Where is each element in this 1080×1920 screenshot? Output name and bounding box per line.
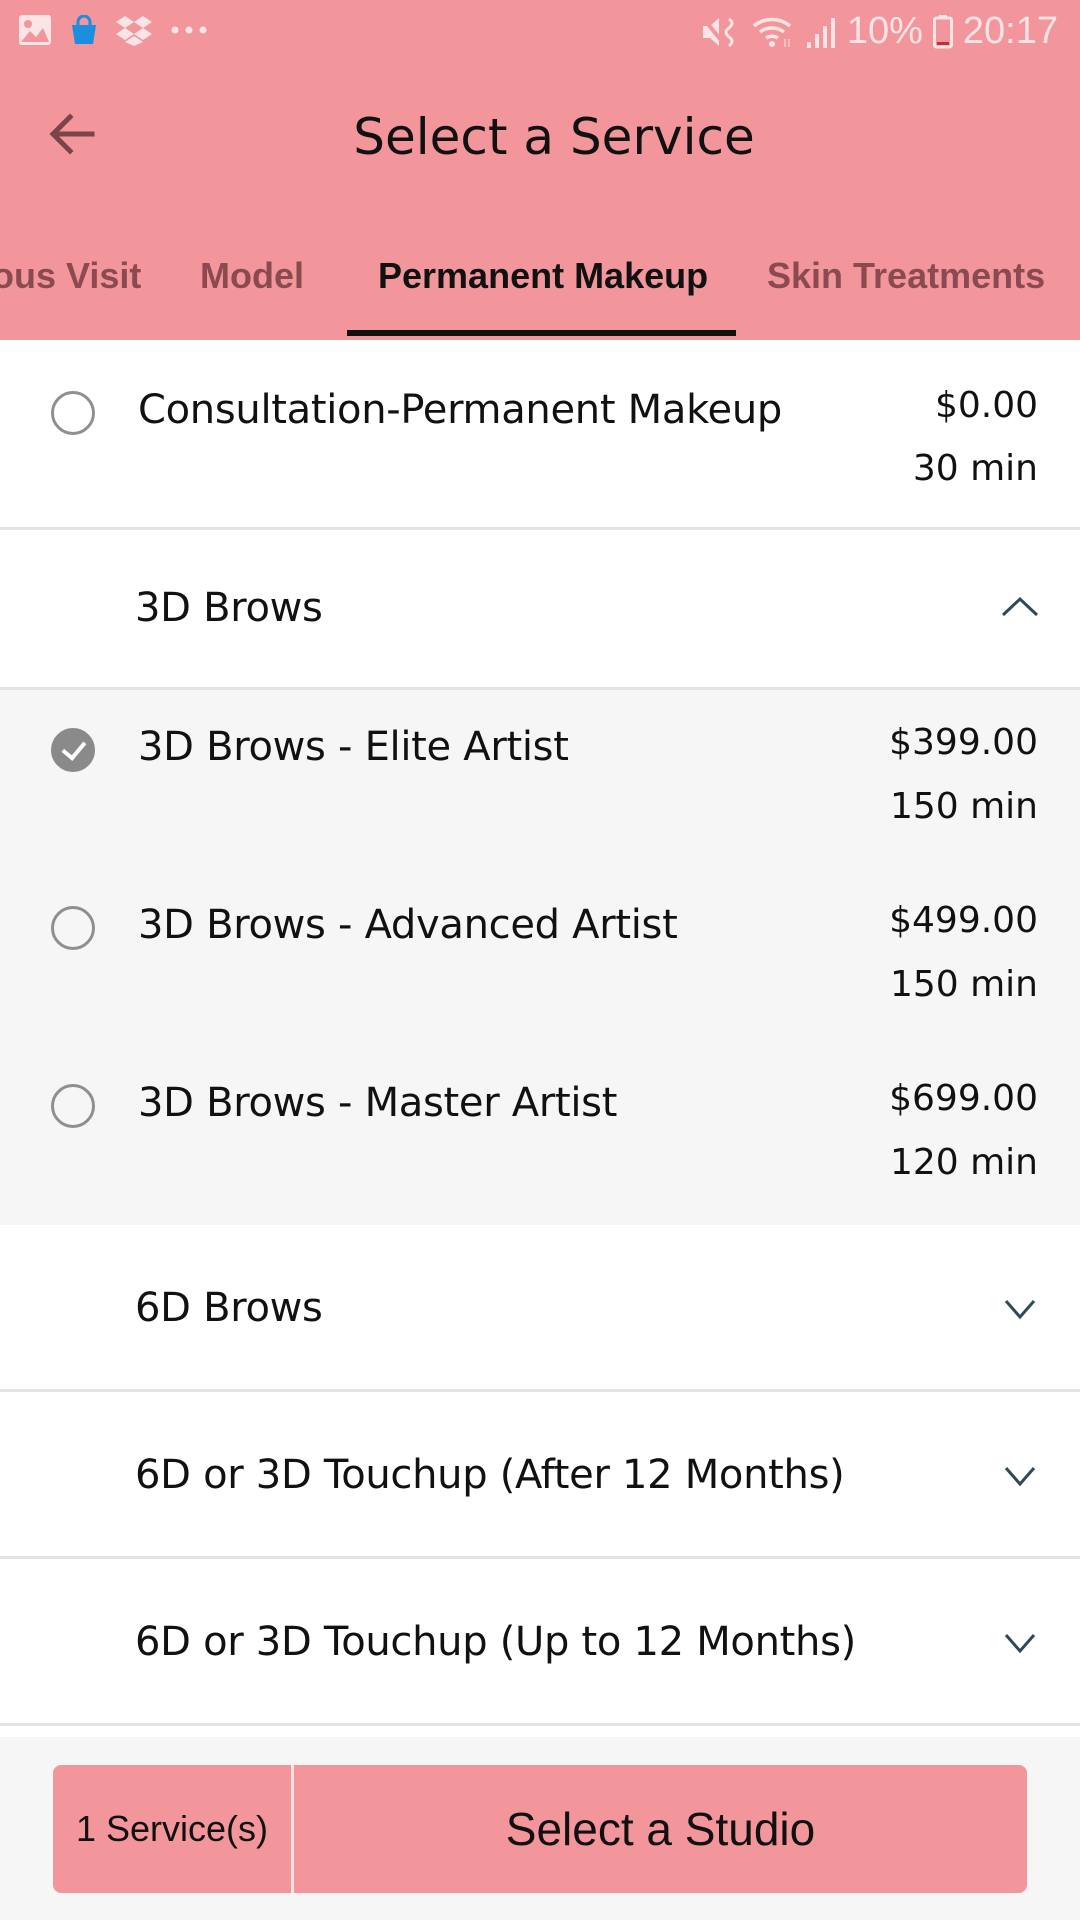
group-header-6d-brows[interactable]: 6D Brows [0, 1225, 1080, 1392]
service-item[interactable]: 3D Brows - Advanced Artist $499.00 150 m… [0, 868, 1080, 1046]
radio-button[interactable] [51, 391, 95, 435]
service-price: $399.00 [889, 722, 1038, 763]
radio-button[interactable] [51, 1084, 95, 1128]
service-item[interactable]: 3D Brows - Master Artist $699.00 120 min [0, 1046, 1080, 1225]
status-bar: 10% 20:17 [0, 0, 1080, 66]
service-name: 3D Brows - Advanced Artist [138, 902, 678, 948]
radio-button[interactable] [51, 906, 95, 950]
page-title: Select a Service [353, 108, 755, 166]
group-name: 6D or 3D Touchup (Up to 12 Months) [135, 1619, 856, 1665]
more-notifications-icon [171, 26, 207, 34]
group-name: 3D Brows [135, 585, 323, 631]
group-name: 6D Brows [135, 1285, 323, 1331]
service-name: 3D Brows - Master Artist [138, 1080, 618, 1126]
footer-bar: 1 Service(s) Select a Studio [0, 1737, 1080, 1920]
tab-permanent-makeup[interactable]: Permanent Makeup [378, 255, 708, 297]
active-tab-indicator [347, 330, 736, 336]
wifi-icon [752, 17, 791, 47]
service-price: $0.00 [934, 385, 1038, 426]
chevron-down-icon [1004, 1300, 1036, 1320]
chevron-down-icon [1004, 1634, 1036, 1654]
service-price: $499.00 [889, 900, 1038, 941]
group-header-3d-brows[interactable]: 3D Brows [0, 530, 1080, 690]
mute-icon [701, 16, 734, 47]
signal-icon [806, 17, 835, 48]
service-item[interactable]: 3D Brows - Elite Artist $399.00 150 min [0, 690, 1080, 868]
shopping-bag-icon [72, 15, 96, 44]
service-list: Consultation-Permanent Makeup $0.00 30 m… [0, 340, 1080, 1726]
service-name: Consultation-Permanent Makeup [138, 387, 782, 433]
service-price: $699.00 [889, 1078, 1038, 1119]
service-duration: 120 min [889, 1142, 1038, 1183]
tab-previous-visit[interactable]: ous Visit [0, 255, 141, 297]
group-header-touchup-up-to-12-months[interactable]: 6D or 3D Touchup (Up to 12 Months) [0, 1559, 1080, 1726]
tab-skin-treatments[interactable]: Skin Treatments [767, 255, 1045, 297]
dropbox-icon [116, 16, 152, 46]
radio-button-checked[interactable] [51, 728, 95, 772]
gallery-icon [19, 15, 51, 45]
chevron-up-icon [1001, 596, 1039, 617]
clock: 20:17 [962, 10, 1058, 52]
service-item-consultation[interactable]: Consultation-Permanent Makeup $0.00 30 m… [0, 340, 1080, 530]
category-tabs: ous Visit Model Permanent Makeup Skin Tr… [0, 245, 1080, 340]
battery-percent: 10% [846, 10, 923, 52]
group-header-touchup-after-12-months[interactable]: 6D or 3D Touchup (After 12 Months) [0, 1392, 1080, 1559]
tab-model[interactable]: Model [200, 255, 304, 297]
service-duration: 30 min [912, 448, 1038, 489]
service-duration: 150 min [889, 786, 1038, 827]
chevron-down-icon [1004, 1467, 1036, 1487]
service-duration: 150 min [889, 964, 1038, 1005]
app-header: 10% 20:17 Select a Service ous Visit Mod… [0, 0, 1080, 340]
select-studio-bar: 1 Service(s) Select a Studio [53, 1765, 1027, 1893]
service-name: 3D Brows - Elite Artist [138, 724, 569, 770]
battery-icon [932, 14, 953, 48]
group-name: 6D or 3D Touchup (After 12 Months) [135, 1452, 845, 1498]
selected-services-count[interactable]: 1 Service(s) [53, 1765, 294, 1893]
select-studio-button[interactable]: Select a Studio [294, 1765, 1027, 1893]
